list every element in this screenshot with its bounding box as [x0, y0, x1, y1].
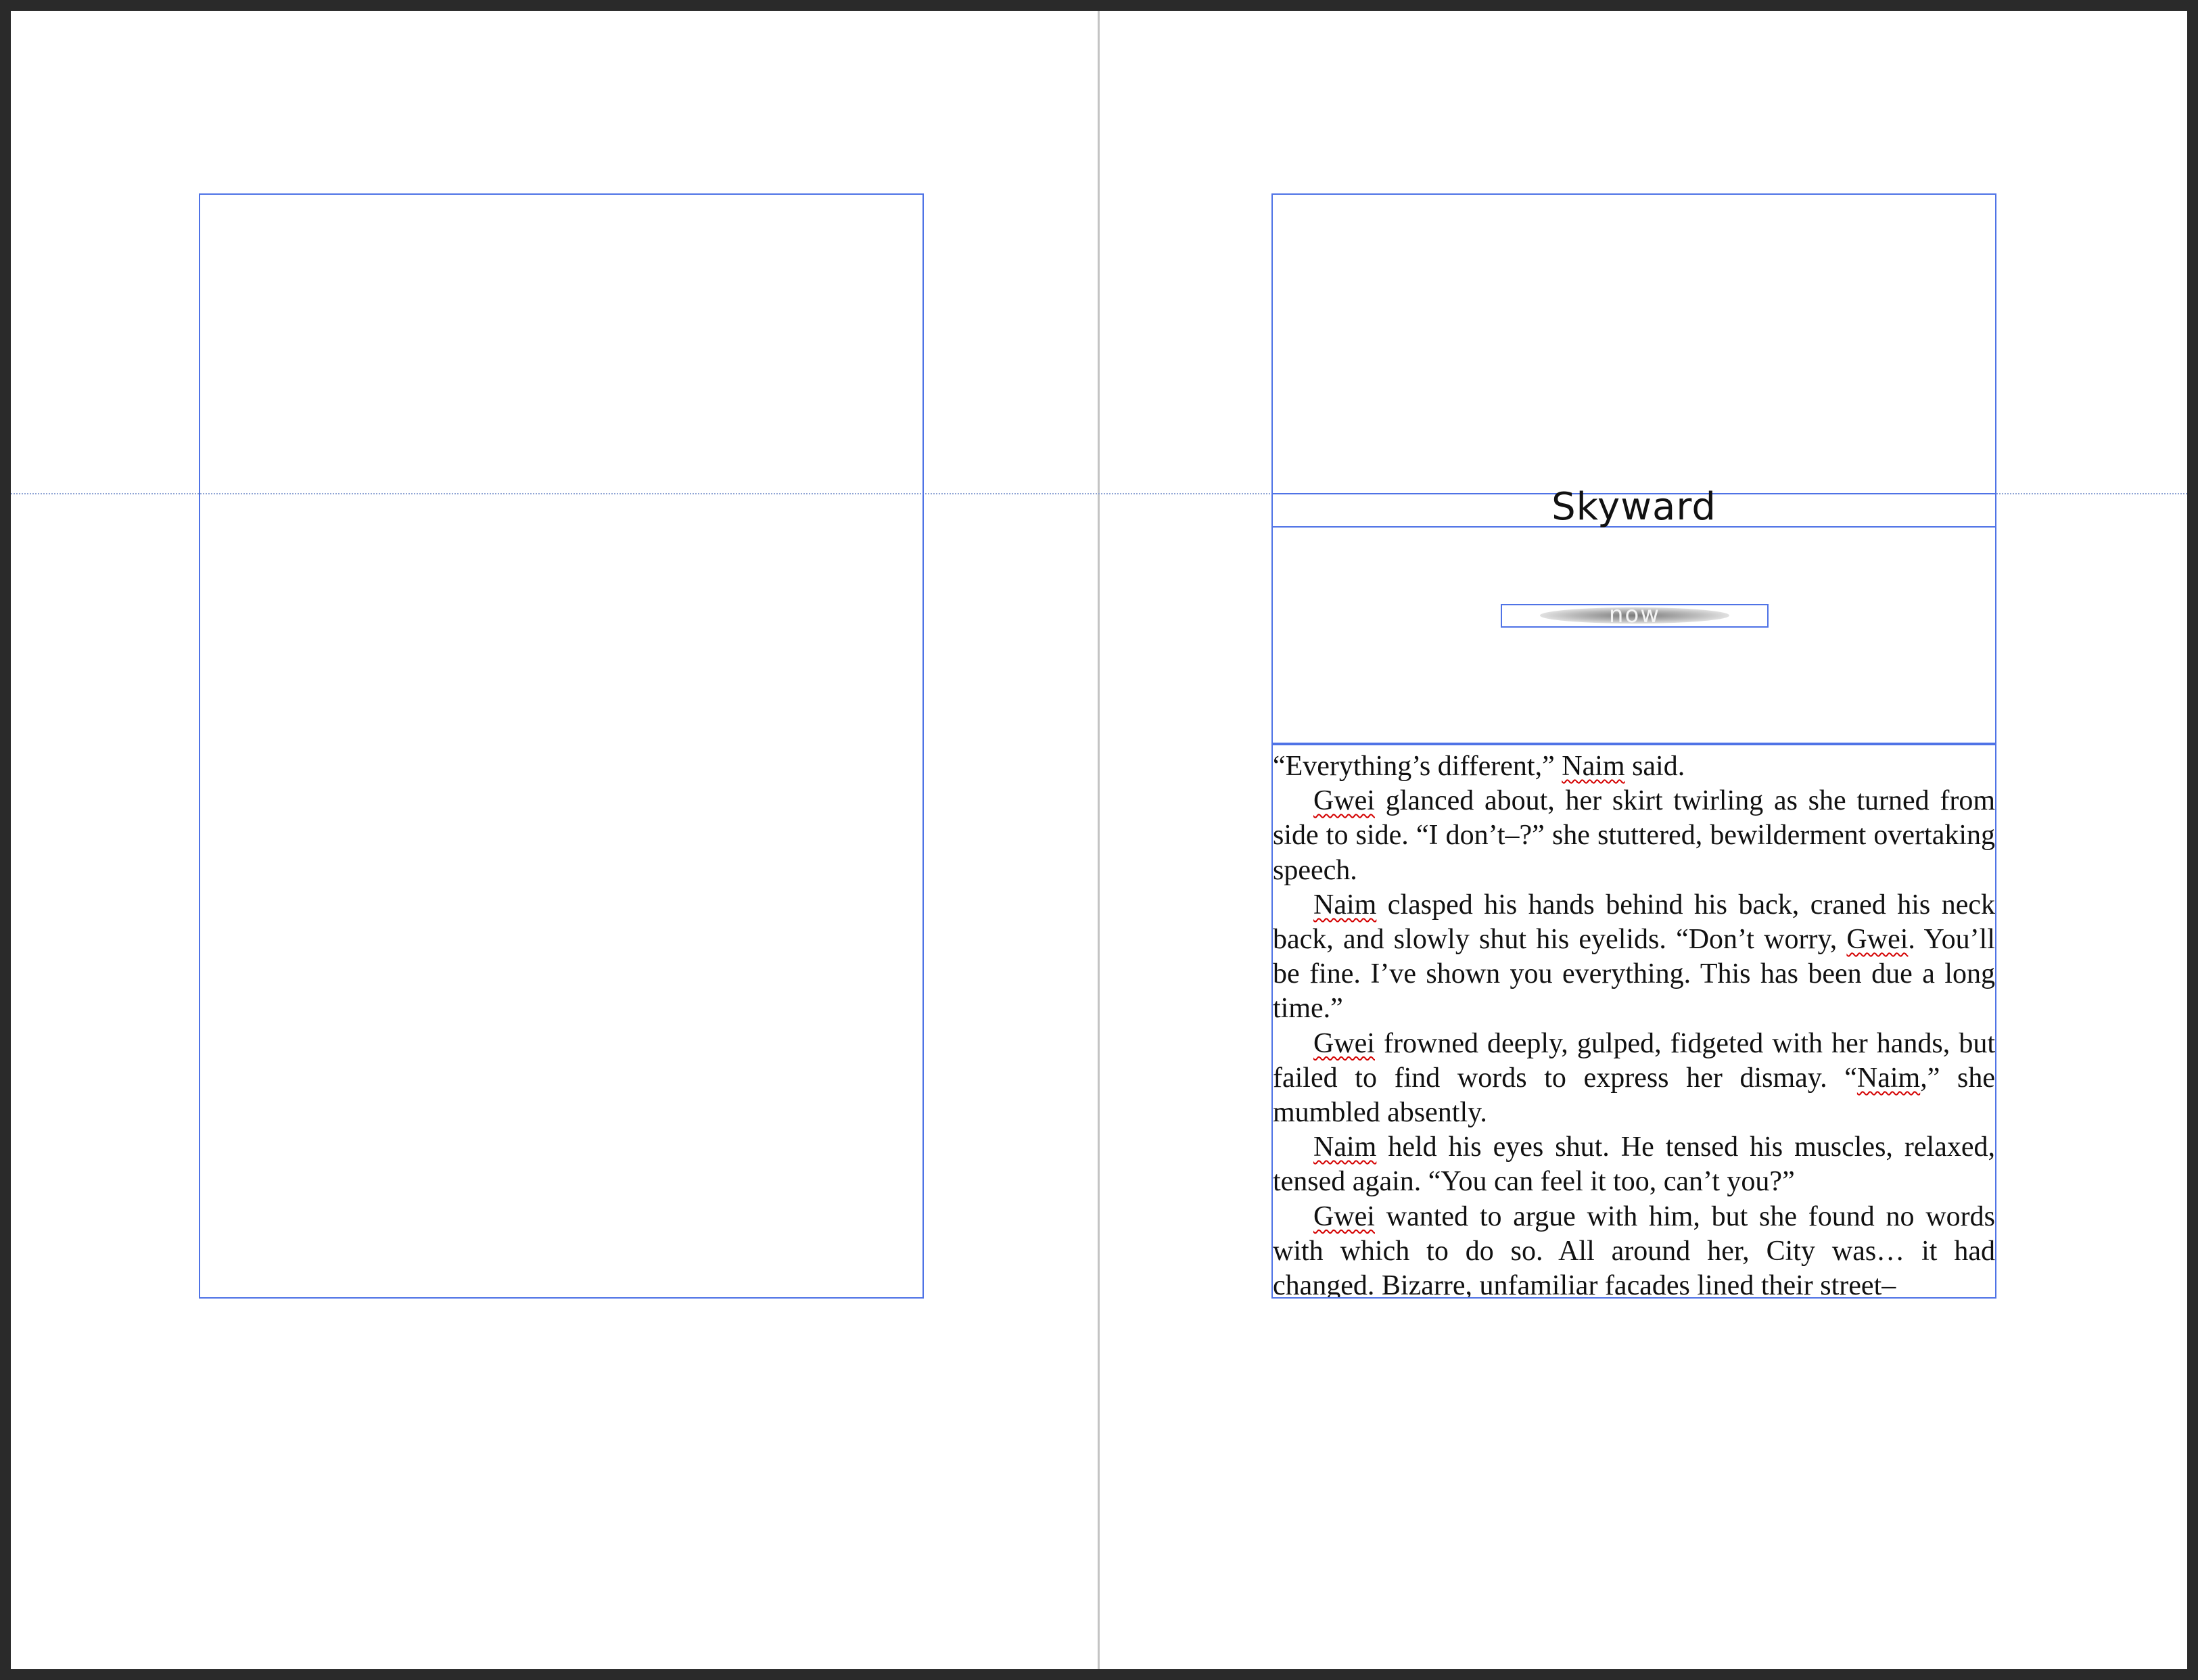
text-run: glanced about, her skirt twirling as she…	[1273, 785, 1995, 886]
misspelled-word: Gwei	[1846, 924, 1909, 956]
body-text[interactable]: “Everything’s different,” Naim said. Gwei…	[1273, 749, 1995, 1299]
body-paragraph: Gwei glanced about, her skirt twirling a…	[1273, 784, 1995, 888]
misspelled-word: Gwei	[1313, 1200, 1375, 1232]
chapter-title-frame[interactable]: Skyward	[1271, 485, 1996, 529]
body-text-frame[interactable]: “Everything’s different,” Naim said. Gwei…	[1271, 744, 1996, 1299]
misspelled-word: Naim	[1313, 889, 1377, 920]
document-spread: Skyward now “Everything’s different,” Na…	[11, 11, 2187, 1669]
text-run: held his eyes shut. He tensed his muscle…	[1273, 1131, 1995, 1198]
body-paragraph: Gwei frowned deeply, gulped, fidgeted wi…	[1273, 1027, 1995, 1131]
body-paragraph: “Everything’s different,” Naim said.	[1273, 749, 1995, 784]
text-run: wanted to argue with him, but she found …	[1273, 1200, 1995, 1299]
text-run: “Everything’s different,”	[1273, 751, 1562, 782]
ornament-frame[interactable]: now	[1501, 601, 1769, 628]
misspelled-word: Gwei	[1313, 785, 1375, 817]
page-spine	[1098, 11, 1100, 1669]
left-page-margin-frame[interactable]	[199, 193, 924, 1299]
text-run: said.	[1624, 751, 1685, 782]
ornament-label: now	[1608, 601, 1661, 628]
body-paragraph: Gwei wanted to argue with him, but she f…	[1273, 1200, 1995, 1299]
chapter-title: Skyward	[1551, 485, 1716, 529]
chapter-heading-frame[interactable]	[1271, 528, 1996, 744]
body-paragraph: Naim clasped his hands behind his back, …	[1273, 888, 1995, 1027]
misspelled-word: Gwei	[1313, 1027, 1375, 1059]
body-paragraph: Naim held his eyes shut. He tensed his m…	[1273, 1130, 1995, 1199]
misspelled-word: Naim	[1313, 1131, 1377, 1163]
misspelled-word: Naim	[1562, 751, 1625, 782]
misspelled-word: Naim	[1856, 1062, 1921, 1094]
